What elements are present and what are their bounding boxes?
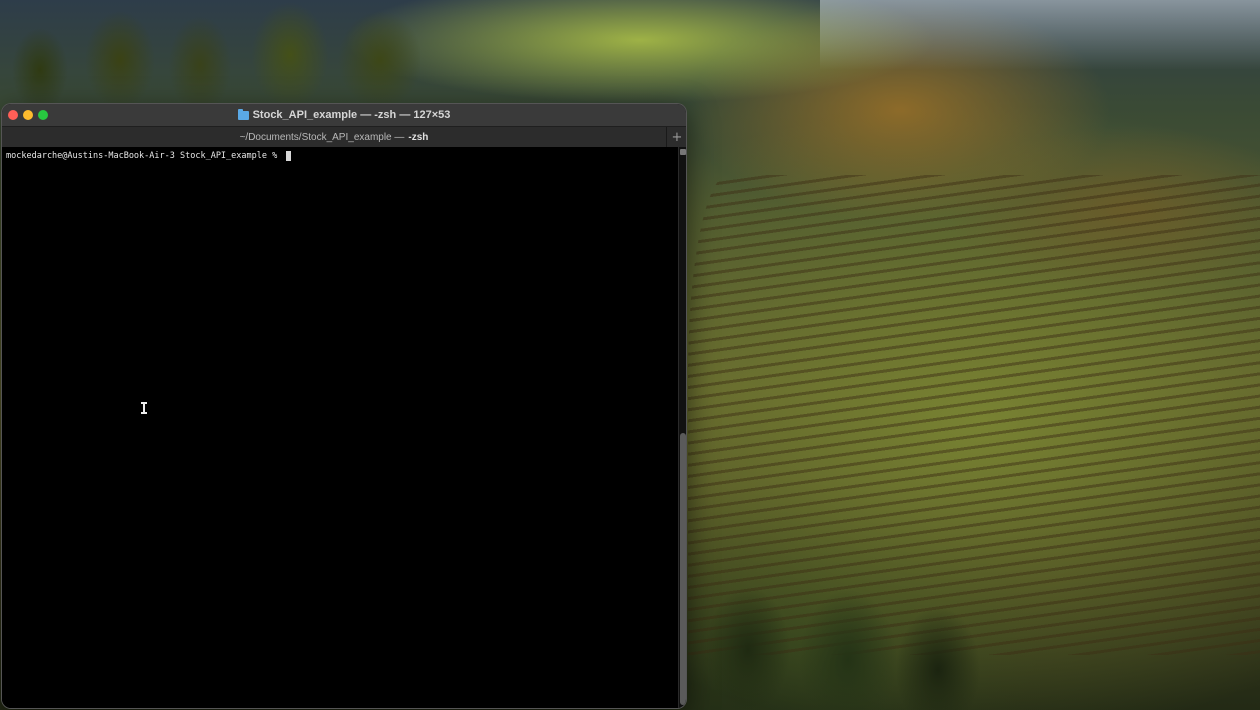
tab-zsh[interactable]: ~/Documents/Stock_API_example — -zsh bbox=[2, 127, 666, 148]
wallpaper-trees bbox=[0, 0, 420, 110]
terminal-window[interactable]: Stock_API_example — -zsh — 127×53 ~/Docu… bbox=[2, 104, 686, 708]
ibeam-cursor-icon bbox=[141, 402, 147, 414]
minimize-button[interactable] bbox=[23, 110, 33, 120]
wallpaper-mist bbox=[820, 0, 1260, 70]
tab-bar: ~/Documents/Stock_API_example — -zsh + bbox=[2, 126, 686, 149]
title-bar[interactable]: Stock_API_example — -zsh — 127×53 bbox=[2, 104, 686, 126]
prompt-text: mockedarche@Austins-MacBook-Air-3 Stock_… bbox=[6, 151, 283, 161]
zoom-button[interactable] bbox=[38, 110, 48, 120]
plus-icon: + bbox=[671, 130, 683, 145]
tab-shell: -zsh bbox=[408, 132, 429, 143]
scroll-marker bbox=[680, 149, 686, 155]
folder-icon bbox=[237, 108, 249, 120]
prompt-line: mockedarche@Austins-MacBook-Air-3 Stock_… bbox=[6, 151, 292, 161]
close-button[interactable] bbox=[8, 110, 18, 120]
scroll-thumb[interactable] bbox=[680, 433, 686, 705]
window-title-group: Stock_API_example — -zsh — 127×53 bbox=[237, 108, 451, 121]
wallpaper-trees-bottom bbox=[688, 560, 988, 710]
text-cursor bbox=[286, 151, 292, 161]
vertical-scrollbar[interactable] bbox=[678, 147, 686, 708]
terminal-output[interactable]: mockedarche@Austins-MacBook-Air-3 Stock_… bbox=[2, 147, 678, 708]
window-title: Stock_API_example — -zsh — 127×53 bbox=[252, 109, 451, 121]
tab-path: ~/Documents/Stock_API_example — bbox=[239, 132, 405, 143]
new-tab-button[interactable]: + bbox=[666, 127, 686, 148]
